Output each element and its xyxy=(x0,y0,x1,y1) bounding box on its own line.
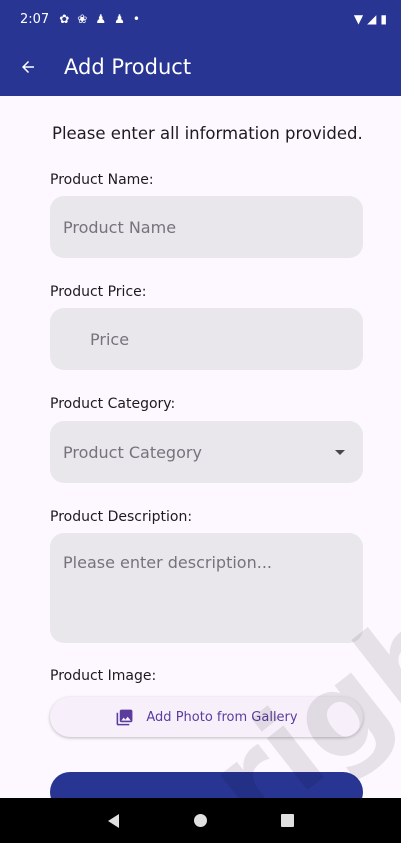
add-photo-button[interactable]: Add Photo from Gallery xyxy=(50,697,363,737)
back-triangle-icon xyxy=(108,813,119,828)
accessibility-icon: ♟ xyxy=(114,12,125,26)
recents-square-icon xyxy=(281,814,294,827)
nav-back-button[interactable] xyxy=(99,806,129,836)
dot-icon: • xyxy=(132,12,140,26)
back-button[interactable] xyxy=(0,38,56,96)
nav-home-button[interactable] xyxy=(186,806,216,836)
status-bar: 2:07 ✿ ❀ ♟ ♟ • ▼ ◢ ▮ xyxy=(0,0,401,38)
product-price-label: Product Price: xyxy=(50,284,147,300)
product-category-select[interactable]: Product Category xyxy=(50,421,363,483)
product-description-label: Product Description: xyxy=(50,509,193,525)
form-content: Please enter all information provided. P… xyxy=(0,96,401,798)
add-photo-label: Add Photo from Gallery xyxy=(146,709,298,725)
product-name-input[interactable]: Product Name xyxy=(50,196,363,258)
product-description-placeholder: Please enter description... xyxy=(63,553,272,572)
battery-icon: ▮ xyxy=(380,12,387,26)
system-nav-bar xyxy=(0,798,401,843)
product-name-placeholder: Product Name xyxy=(63,217,177,237)
photo-library-icon xyxy=(116,709,133,725)
product-image-label: Product Image: xyxy=(50,668,157,684)
settings-icon: ✿ xyxy=(59,12,70,26)
product-price-placeholder: Price xyxy=(90,329,130,349)
nav-recents-button[interactable] xyxy=(273,806,303,836)
status-time: 2:07 xyxy=(20,11,50,27)
home-circle-icon xyxy=(194,814,207,827)
app-bar: Add Product xyxy=(0,38,401,96)
arrow-left-icon xyxy=(22,61,34,73)
product-category-placeholder: Product Category xyxy=(63,442,202,462)
signal-icon: ◢ xyxy=(367,12,377,26)
page-title: Add Product xyxy=(64,55,192,79)
intro-text: Please enter all information provided. xyxy=(52,124,363,143)
product-description-input[interactable]: Please enter description... xyxy=(50,533,363,643)
status-right: ▼ ◢ ▮ xyxy=(354,12,387,26)
fan-icon: ❀ xyxy=(77,12,88,26)
wifi-icon: ▼ xyxy=(353,12,364,26)
accessibility-icon: ♟ xyxy=(95,12,107,26)
chevron-down-icon xyxy=(335,449,345,455)
submit-button[interactable] xyxy=(50,772,363,798)
product-name-label: Product Name: xyxy=(50,172,154,188)
product-price-input[interactable]: Price xyxy=(50,308,363,370)
product-category-label: Product Category: xyxy=(50,396,176,412)
